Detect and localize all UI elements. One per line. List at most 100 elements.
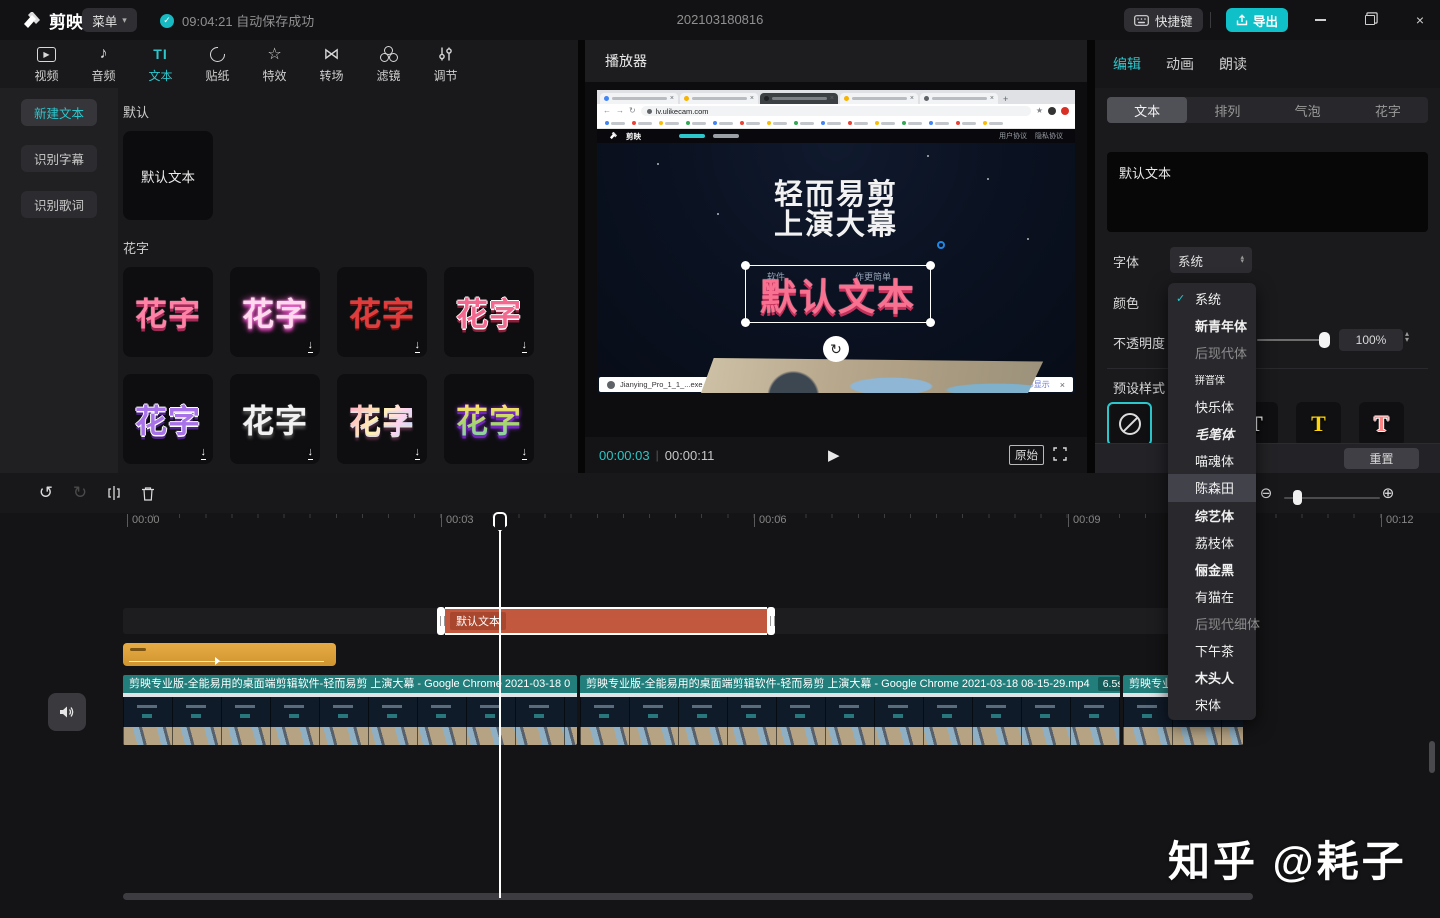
font-option-新青年体[interactable]: 新青年体 bbox=[1168, 312, 1256, 339]
play-button[interactable]: ▶ bbox=[828, 446, 840, 464]
huazi-style-card[interactable]: 花字↓ bbox=[230, 267, 320, 357]
zoom-out-button[interactable]: ⊖ bbox=[1256, 483, 1276, 503]
font-option-后现代体[interactable]: 后现代体 bbox=[1168, 339, 1256, 366]
preset-none-card[interactable] bbox=[1107, 402, 1152, 446]
selection-handle-tl[interactable] bbox=[741, 261, 750, 270]
font-option-俪金黑[interactable]: 俪金黑 bbox=[1168, 556, 1256, 583]
huazi-style-card[interactable]: 花字 bbox=[123, 267, 213, 357]
timeline-zoom-thumb[interactable] bbox=[1293, 490, 1302, 505]
browser-url-bar: ← → ↻ lv.ulikecam.com ★ bbox=[597, 104, 1075, 118]
horizontal-scrollbar[interactable] bbox=[123, 893, 1253, 900]
huazi-style-card[interactable]: 花字↓ bbox=[337, 267, 427, 357]
download-icon[interactable]: ↓ bbox=[522, 447, 528, 460]
preset-style-card[interactable]: T bbox=[1359, 402, 1404, 446]
media-tab-特效[interactable]: ☆特效 bbox=[246, 40, 303, 88]
font-option-荔枝体[interactable]: 荔枝体 bbox=[1168, 529, 1256, 556]
download-icon[interactable]: ↓ bbox=[415, 447, 421, 460]
url-text: lv.ulikecam.com bbox=[656, 107, 709, 116]
restore-button[interactable] bbox=[1358, 8, 1382, 32]
font-option-下午茶[interactable]: 下午茶 bbox=[1168, 637, 1256, 664]
selection-handle-tr[interactable] bbox=[926, 261, 935, 270]
sidebar-item-识别歌词[interactable]: 识别歌词 bbox=[21, 191, 97, 218]
fullscreen-icon[interactable] bbox=[1053, 447, 1067, 461]
clip-trim-handle-left[interactable] bbox=[437, 607, 445, 635]
inspector-tab-编辑[interactable]: 编辑 bbox=[1113, 54, 1141, 74]
selection-handle-br[interactable] bbox=[926, 318, 935, 327]
split-button[interactable] bbox=[104, 483, 124, 503]
huazi-style-card[interactable]: 花字↓ bbox=[444, 374, 534, 464]
download-icon[interactable]: ↓ bbox=[522, 340, 528, 353]
ruler-label: 00:09 bbox=[1068, 514, 1101, 527]
scale-original-button[interactable]: 原始 bbox=[1009, 445, 1044, 465]
subtab-文本[interactable]: 文本 bbox=[1107, 97, 1187, 123]
sidebar-item-识别字幕[interactable]: 识别字幕 bbox=[21, 145, 97, 172]
close-button[interactable]: × bbox=[1408, 8, 1432, 32]
audio-clip[interactable] bbox=[123, 643, 336, 666]
font-option-后现代细体[interactable]: 后现代细体 bbox=[1168, 610, 1256, 637]
default-text-card[interactable]: 默认文本 bbox=[123, 131, 213, 220]
huazi-style-card[interactable]: 花字↓ bbox=[230, 374, 320, 464]
restore-icon bbox=[1365, 15, 1375, 25]
download-icon[interactable]: ↓ bbox=[308, 340, 314, 353]
reset-button[interactable]: 重置 bbox=[1344, 448, 1419, 469]
font-select[interactable]: 系统 ▴▾ bbox=[1170, 247, 1252, 273]
playhead-line[interactable] bbox=[499, 530, 501, 898]
font-option-系统[interactable]: ✓系统 bbox=[1168, 285, 1256, 312]
opacity-slider-thumb[interactable] bbox=[1319, 332, 1330, 348]
font-option-拼音体[interactable]: 拼音体 bbox=[1168, 366, 1256, 393]
sidebar-item-新建文本[interactable]: 新建文本 bbox=[21, 99, 97, 126]
shortcut-button[interactable]: 快捷键 bbox=[1124, 8, 1203, 32]
text-content-field[interactable]: 默认文本 bbox=[1107, 152, 1428, 232]
download-icon[interactable]: ↓ bbox=[415, 340, 421, 353]
inspector-tab-朗读[interactable]: 朗读 bbox=[1219, 54, 1247, 74]
subtab-气泡[interactable]: 气泡 bbox=[1268, 97, 1348, 123]
adjust-icon bbox=[438, 45, 453, 64]
media-tab-文本[interactable]: TI文本 bbox=[132, 40, 189, 88]
font-option-快乐体[interactable]: 快乐体 bbox=[1168, 393, 1256, 420]
inspector-tab-bar: 编辑 动画 朗读 bbox=[1095, 40, 1440, 88]
media-tab-贴纸[interactable]: 贴纸 bbox=[189, 40, 246, 88]
media-tab-音频[interactable]: ♪音频 bbox=[75, 40, 132, 88]
huazi-style-card[interactable]: 花字↓ bbox=[444, 267, 534, 357]
opacity-slider-track[interactable] bbox=[1257, 339, 1325, 341]
delete-button[interactable] bbox=[138, 483, 158, 503]
rotate-handle[interactable]: ↻ bbox=[823, 336, 849, 362]
huazi-style-card[interactable]: 花字↓ bbox=[123, 374, 213, 464]
text-clip-selected[interactable]: 默认文本 bbox=[437, 607, 775, 635]
track-mute-button[interactable] bbox=[48, 693, 86, 731]
font-option-喵魂体[interactable]: 喵魂体 bbox=[1168, 447, 1256, 474]
ruler-label: 00:06 bbox=[754, 514, 787, 527]
media-tab-转场[interactable]: ⋈转场 bbox=[303, 40, 360, 88]
export-button[interactable]: 导出 bbox=[1226, 8, 1288, 32]
menu-button[interactable]: 菜单▾ bbox=[82, 8, 137, 32]
font-option-有猫在[interactable]: 有猫在 bbox=[1168, 583, 1256, 610]
selection-handle-bl[interactable] bbox=[741, 318, 750, 327]
font-option-木头人[interactable]: 木头人 bbox=[1168, 664, 1256, 691]
text-overlay[interactable]: 默认文本 bbox=[745, 267, 931, 321]
video-clip[interactable]: 剪映专业版-全能易用的桌面端剪辑软件-轻而易剪 上演大幕 - Google Ch… bbox=[580, 675, 1120, 745]
video-clip[interactable]: 剪映专业版-全能易用的桌面端剪辑软件-轻而易剪 上演大幕 - Google Ch… bbox=[123, 675, 577, 745]
minimize-button[interactable] bbox=[1308, 8, 1332, 32]
video-hero-area: 轻而易剪 上演大幕 软件 作更简单 默认文本 ↻ bbox=[597, 143, 1075, 377]
font-option-毛笔体[interactable]: 毛笔体 bbox=[1168, 420, 1256, 447]
zoom-in-button[interactable]: ⊕ bbox=[1378, 483, 1398, 503]
opacity-value[interactable]: 100% bbox=[1339, 329, 1403, 351]
clip-trim-handle-right[interactable] bbox=[767, 607, 775, 635]
opacity-stepper[interactable]: ▴▾ bbox=[1405, 331, 1409, 343]
huazi-style-card[interactable]: 花字↓ bbox=[337, 374, 427, 464]
subtab-排列[interactable]: 排列 bbox=[1187, 97, 1267, 123]
vertical-scrollbar[interactable] bbox=[1429, 741, 1435, 773]
download-icon[interactable]: ↓ bbox=[201, 447, 207, 460]
font-option-综艺体[interactable]: 综艺体 bbox=[1168, 502, 1256, 529]
undo-button[interactable]: ↺ bbox=[36, 483, 56, 503]
font-option-宋体[interactable]: 宋体 bbox=[1168, 691, 1256, 718]
download-icon[interactable]: ↓ bbox=[308, 447, 314, 460]
preset-style-card[interactable]: T bbox=[1296, 402, 1341, 446]
media-tab-视频[interactable]: ▶视频 bbox=[18, 40, 75, 88]
inspector-tab-动画[interactable]: 动画 bbox=[1166, 54, 1194, 74]
redo-button[interactable]: ↻ bbox=[70, 483, 90, 503]
font-option-陈森田[interactable]: 陈森田 bbox=[1168, 474, 1256, 501]
media-tab-调节[interactable]: 调节 bbox=[417, 40, 474, 88]
media-tab-滤镜[interactable]: 滤镜 bbox=[360, 40, 417, 88]
subtab-花字[interactable]: 花字 bbox=[1348, 97, 1428, 123]
